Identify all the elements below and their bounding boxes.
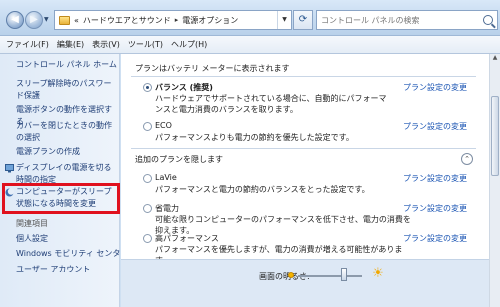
search-icon[interactable] xyxy=(483,15,493,25)
highlight-box xyxy=(2,183,120,214)
display-icon xyxy=(5,164,14,173)
plan-desc-lavie: パフォーマンスと電力の節約のバランスをとった設定です。 xyxy=(155,185,370,194)
plan-name-power-saver: 省電力 xyxy=(155,204,179,213)
refresh-button[interactable]: ⟳ xyxy=(293,10,313,30)
brightness-strip xyxy=(121,259,489,307)
brightness-slider-track[interactable] xyxy=(298,275,362,277)
plan-settings-link-balanced[interactable]: プラン設定の変更 xyxy=(403,82,467,93)
back-button[interactable]: ◀ xyxy=(6,11,24,29)
plan-name-balanced: バランス (推奨) xyxy=(155,83,213,92)
plan-radio-eco[interactable] xyxy=(143,122,152,131)
extra-plans-heading: 追加のプランを隠します xyxy=(135,155,223,164)
plan-radio-power-saver[interactable] xyxy=(143,204,152,213)
menu-help[interactable]: ヘルプ(H) xyxy=(171,39,207,50)
plan-settings-link-lavie[interactable]: プラン設定の変更 xyxy=(403,173,467,184)
sidebar-item-lid-close[interactable]: カバーを閉じたときの動作の選択 xyxy=(16,120,116,144)
section-divider xyxy=(131,148,476,149)
plan-desc-balanced: ハードウェアでサポートされている場合に、自動的にパフォーマンスと電力消費のバラン… xyxy=(155,94,387,114)
control-panel-icon xyxy=(59,15,70,25)
address-bar[interactable]: « ハードウエアとサウンド ▸ 電源オプション ▼ xyxy=(54,10,292,30)
address-dropdown-icon[interactable]: ▼ xyxy=(277,11,291,29)
related-user-accounts-link[interactable]: ユーザー アカウント xyxy=(16,264,90,272)
menu-file[interactable]: ファイル(F) xyxy=(6,39,49,50)
plan-radio-lavie[interactable] xyxy=(143,174,152,183)
sidebar-home-link[interactable]: コントロール パネル ホーム xyxy=(16,59,117,70)
scroll-up-arrow-icon[interactable]: ▲ xyxy=(490,54,500,64)
breadcrumb-hardware-sound[interactable]: ハードウエアとサウンド xyxy=(83,15,171,26)
recent-pages-dropdown-icon[interactable]: ▼ xyxy=(44,16,49,23)
plan-name-high-performance: 高パフォーマンス xyxy=(155,234,219,243)
related-personalize-link[interactable]: 個人設定 xyxy=(16,233,48,244)
search-input[interactable] xyxy=(321,15,483,25)
brightness-high-icon: ☀ xyxy=(372,266,384,281)
main-panel: プランはバッテリ メーターに表示されます バランス (推奨) ハードウェアでサポ… xyxy=(121,54,489,307)
sidebar-item-create-plan[interactable]: 電源プランの作成 xyxy=(16,146,116,158)
main-scrollbar[interactable]: ▲ xyxy=(489,54,500,307)
collapse-chevron-up-icon[interactable]: ⌃ xyxy=(461,153,473,165)
brightness-low-icon xyxy=(288,272,294,278)
breadcrumb-power-options[interactable]: 電源オプション xyxy=(182,15,238,26)
brightness-slider-thumb[interactable] xyxy=(341,268,348,281)
plan-name-eco: ECO xyxy=(155,121,172,130)
search-box[interactable] xyxy=(316,10,498,30)
plan-name-lavie: LaVie xyxy=(155,173,177,182)
menu-edit[interactable]: 編集(E) xyxy=(57,39,84,50)
sidebar-item-wake-password[interactable]: スリープ解除時のパスワード保護 xyxy=(16,78,116,102)
breadcrumb-separator[interactable]: ▸ xyxy=(175,16,179,24)
sidebar: コントロール パネル ホーム スリープ解除時のパスワード保護 電源ボタンの動作を… xyxy=(0,54,128,307)
section-divider xyxy=(131,76,476,77)
plan-settings-link-power-saver[interactable]: プラン設定の変更 xyxy=(403,203,467,214)
plan-settings-link-eco[interactable]: プラン設定の変更 xyxy=(403,121,467,132)
plan-desc-eco: パフォーマンスよりも電力の節約を優先した設定です。 xyxy=(155,133,354,142)
plan-settings-link-high-performance[interactable]: プラン設定の変更 xyxy=(403,233,467,244)
scrollbar-thumb[interactable] xyxy=(491,96,499,176)
menu-bar: ファイル(F) 編集(E) 表示(V) ツール(T) ヘルプ(H) xyxy=(0,36,500,54)
title-bar: ◀ ▶ ▼ « ハードウエアとサウンド ▸ 電源オプション ▼ ⟳ xyxy=(0,0,500,36)
menu-view[interactable]: 表示(V) xyxy=(92,39,120,50)
related-heading: 関連項目 xyxy=(16,219,48,228)
breadcrumb-overflow[interactable]: « xyxy=(74,16,79,25)
menu-tools[interactable]: ツール(T) xyxy=(128,39,163,50)
related-mobility-center-link[interactable]: Windows モビリティ センター xyxy=(16,248,128,259)
battery-meter-plans-heading: プランはバッテリ メーターに表示されます xyxy=(135,64,290,73)
forward-button[interactable]: ▶ xyxy=(25,11,43,29)
plan-radio-balanced[interactable] xyxy=(143,83,152,92)
plan-radio-high-performance[interactable] xyxy=(143,234,152,243)
